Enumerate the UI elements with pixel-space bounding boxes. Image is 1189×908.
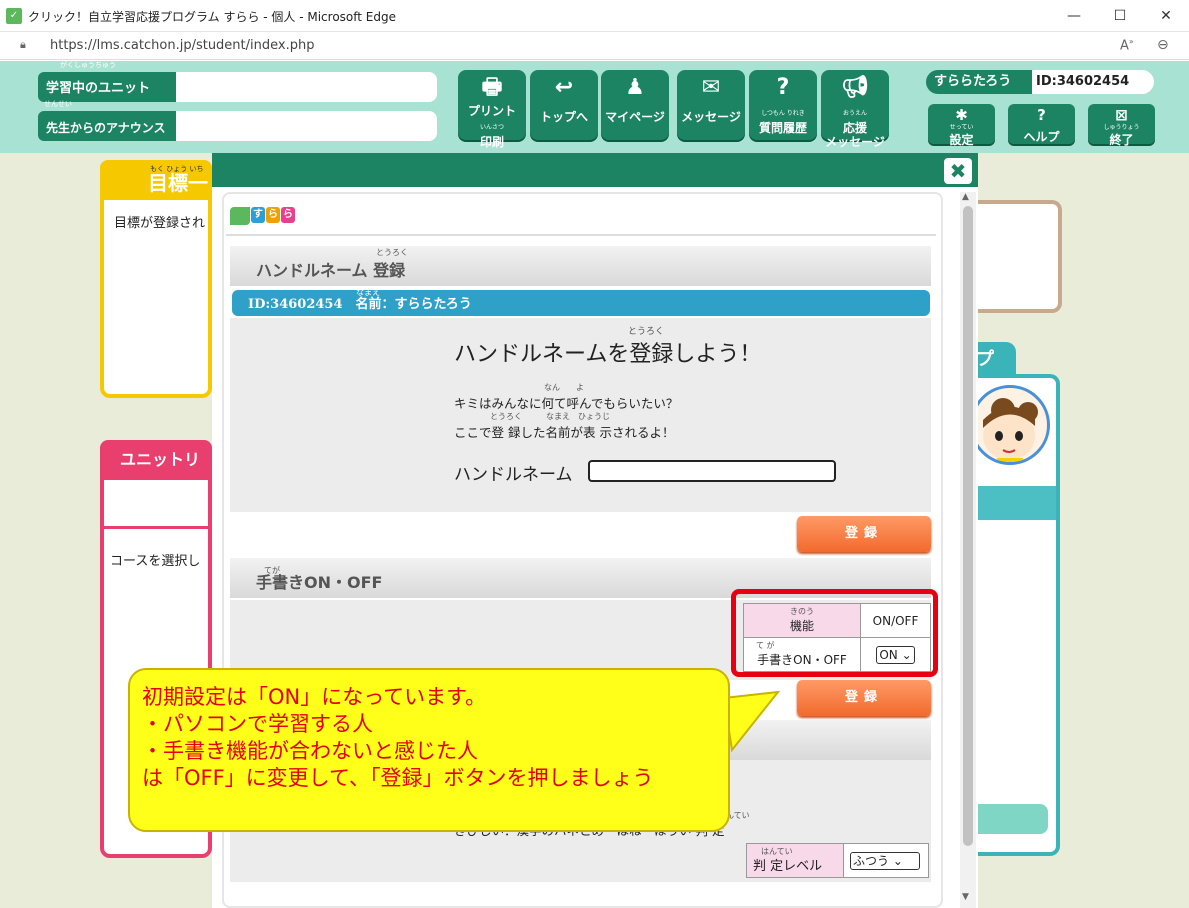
settings-button[interactable]: ✱ せってい 設定 — [928, 104, 995, 147]
message-button[interactable]: ✉ メッセージ — [677, 70, 745, 140]
person-icon: ♟ — [625, 75, 645, 100]
right-panel-top — [976, 200, 1062, 313]
lock-icon[interactable]: 🔒︎ — [20, 38, 32, 52]
return-icon: ↩ — [554, 75, 574, 100]
scroll-down-icon[interactable]: ▼ — [962, 892, 969, 902]
right-panel-tab: プ — [976, 342, 1016, 376]
handle-name-instruction-2: とうろく なまえ ひょうじ ここで登 録した名前が表 示されるよ！ — [454, 412, 675, 440]
zoom-out-icon[interactable]: ⊖ — [1157, 37, 1169, 53]
register-handle-name-button[interactable]: 登録 — [797, 516, 931, 552]
user-name: すららたろう — [926, 70, 1032, 94]
scroll-up-icon[interactable]: ▲ — [962, 192, 969, 202]
goal-panel-title: もく ひょう いち 目標一 — [100, 160, 212, 200]
printer-icon: 🖶 — [481, 75, 503, 100]
instruction-callout: 初期設定は「ON」になっています。 ・パソコンで学習する人 ・手書き機能が合わな… — [128, 668, 730, 832]
logo-divider — [226, 234, 936, 236]
student-id-strip: なまえ ID:34602454 名前：すららたろう — [232, 288, 930, 316]
top-button[interactable]: ↩ トップへ — [530, 70, 598, 140]
close-window-button[interactable]: ✕ — [1143, 0, 1189, 32]
gear-icon: ✱ — [955, 106, 968, 124]
user-id: ID:34602454 — [1032, 70, 1154, 94]
decorative-band — [976, 486, 1056, 520]
cheer-message-button[interactable]: 📢︎ おうえん 応援 メッセージ — [821, 70, 889, 149]
mail-icon: ✉ — [701, 75, 721, 100]
callout-pointer — [722, 690, 781, 753]
highlight-frame — [731, 589, 938, 677]
unit-panel-title: ユニットリ — [100, 440, 212, 480]
callout-line: ・手書き機能が合わないと感じた人 — [142, 739, 478, 763]
maximize-button[interactable]: ☐ — [1097, 0, 1143, 32]
chevron-down-icon: ⌄ — [892, 853, 903, 868]
minimize-button[interactable]: — — [1051, 0, 1097, 32]
callout-line: 初期設定は「ON」になっています。 — [142, 685, 487, 709]
announce-field — [176, 111, 437, 141]
judge-level-value-cell: ふつう ⌄ — [843, 843, 929, 878]
exit-button[interactable]: ⊠ しゅうりょう 終了 — [1088, 104, 1155, 147]
scrollbar-thumb[interactable] — [963, 206, 973, 846]
window-title: クリック！自立学習応援プログラム すらら - 個人 - Microsoft Ed… — [28, 10, 396, 24]
judge-level-select[interactable]: ふつう ⌄ — [850, 851, 920, 870]
judge-level-table: はんてい 判 定レベル ふつう ⌄ — [746, 843, 929, 878]
modal-close-button[interactable]: ✖ — [944, 158, 972, 184]
question-icon: ? — [1037, 106, 1046, 124]
handle-name-label: ハンドルネーム — [454, 465, 573, 485]
judge-level-label: はんてい 判 定レベル — [746, 843, 844, 878]
callout-line: は「OFF」に変更して、「登録」ボタンを押しましょう — [142, 766, 654, 790]
handle-name-input[interactable] — [588, 460, 836, 482]
right-panel-button[interactable] — [976, 804, 1048, 834]
url-field[interactable]: https://lms.catchon.jp/student/index.php — [50, 38, 314, 53]
callout-line: ・パソコンで学習する人 — [142, 712, 373, 736]
question-history-button[interactable]: ? しつもん りれき 質問履歴 — [749, 70, 817, 140]
handle-name-instruction-1: なん よ キミはみんなに何て呼んでもらいたい？ — [454, 383, 679, 411]
read-aloud-icon[interactable]: A» — [1120, 37, 1134, 53]
studying-unit-label: がくしゅうちゅう 学習中のユニット — [38, 61, 176, 102]
surara-logo: すらら — [230, 207, 298, 225]
character-avatar — [970, 385, 1050, 465]
studying-unit-field — [176, 72, 437, 102]
unit-divider — [104, 526, 212, 529]
section-handle-name-title: とうろく ハンドルネーム 登録 — [230, 246, 931, 286]
print-button[interactable]: 🖶 プリント いんさつ 印刷 — [458, 70, 526, 149]
announce-label: せんせい 先生からのアナウンス — [38, 100, 176, 141]
app-icon: ✓ — [6, 8, 22, 24]
modal-header — [212, 153, 978, 187]
course-text: コースを選択し — [110, 554, 201, 569]
mypage-button[interactable]: ♟ マイページ — [601, 70, 669, 140]
help-button[interactable]: ? ヘルプ — [1008, 104, 1075, 144]
leaf-icon — [230, 207, 250, 225]
register-handwriting-button[interactable]: 登録 — [797, 680, 931, 716]
megaphone-icon: 📢︎ — [841, 75, 869, 100]
question-bubble-icon: ? — [776, 75, 790, 100]
close-box-icon: ⊠ — [1115, 106, 1128, 124]
goal-text: 目標が登録され — [114, 216, 206, 231]
handle-name-heading: とうろく ハンドルネームを登録しよう！ — [454, 327, 762, 367]
